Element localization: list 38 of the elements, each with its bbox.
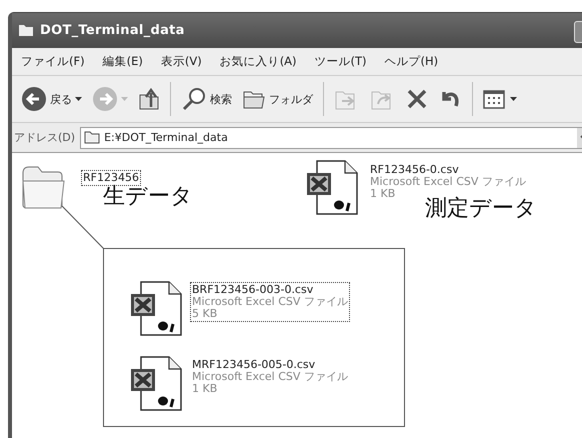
folder-icon: [84, 131, 100, 144]
folder-up-icon: [138, 87, 160, 111]
spreadsheet-file-icon: [129, 355, 184, 412]
file-type: Microsoft Excel CSV ファイル: [192, 371, 348, 383]
dropdown-caret-icon: [75, 97, 82, 101]
search-button[interactable]: 検索: [178, 84, 235, 114]
search-icon: [181, 86, 207, 112]
file-type: Microsoft Excel CSV ファイル: [192, 296, 348, 308]
menu-item[interactable]: ファイル(F): [12, 54, 94, 69]
menu-item[interactable]: 編集(E): [94, 54, 152, 69]
file-label[interactable]: BRF123456-003-0.csv Microsoft Excel CSV ファイル 5 KB: [191, 283, 349, 321]
dropdown-caret-icon: [121, 97, 128, 101]
file-type: Microsoft Excel CSV ファイル: [370, 176, 526, 188]
file-name: RF123456-0.csv: [370, 164, 460, 176]
folder-icon: [18, 24, 34, 37]
file-size: 1 KB: [370, 188, 396, 200]
address-label: アドレス(D): [14, 130, 76, 145]
file-size: 1 KB: [192, 383, 218, 395]
file-label[interactable]: MRF123456-005-0.csv Microsoft Excel CSV ファイル 1 KB: [191, 358, 349, 396]
delete-icon: [406, 88, 428, 110]
folders-button[interactable]: フォルダ: [239, 86, 316, 112]
dropdown-caret-icon: [510, 97, 517, 101]
file-size: 5 KB: [192, 308, 218, 320]
address-field[interactable]: E:¥DOT_Terminal_data: [80, 126, 582, 148]
menu-item[interactable]: ツール(T): [306, 54, 376, 69]
back-button[interactable]: 戻る: [18, 84, 85, 114]
file-name: MRF123456-005-0.csv: [192, 359, 316, 371]
annotation-label: 生データ: [103, 182, 193, 210]
file-name: BRF123456-003-0.csv: [192, 284, 314, 296]
spreadsheet-file-icon: [305, 159, 360, 216]
views-icon: [483, 88, 507, 110]
window-title: DOT_Terminal_data: [40, 23, 185, 38]
menu-item[interactable]: 表示(V): [152, 54, 211, 69]
annotation-label: 測定データ: [425, 194, 537, 222]
spreadsheet-file-icon: [129, 280, 184, 337]
menu-item[interactable]: ヘルプ(H): [376, 54, 448, 69]
folder-name[interactable]: RF123456: [82, 171, 140, 185]
menu-item[interactable]: お気に入り(A): [210, 54, 306, 69]
